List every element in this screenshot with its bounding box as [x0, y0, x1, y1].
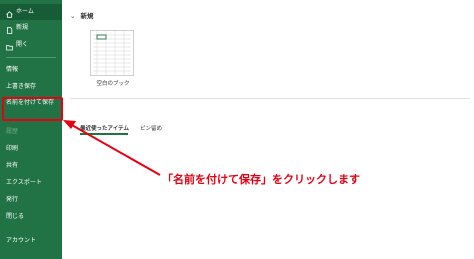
- sidebar-item-label: ホーム: [16, 8, 34, 15]
- new-section-title: ⌄ 新規: [70, 12, 94, 20]
- sidebar-item-publish[interactable]: 発行: [0, 192, 62, 208]
- backstage-sidebar: ホーム 新規 開く 情報 上書き保存 名前を付けて保存 履歴 印刷 共有 エクス…: [0, 0, 62, 259]
- annotation-callout: 「名前を付けて保存」をクリックします: [162, 173, 360, 186]
- sidebar-item-label: 上書き保存: [6, 83, 37, 90]
- sidebar-divider: [6, 57, 56, 58]
- folder-open-icon: [6, 42, 13, 50]
- sidebar-item-close[interactable]: 閉じる: [0, 209, 62, 225]
- sidebar-item-share[interactable]: 共有: [0, 158, 62, 174]
- section-divider: [70, 98, 470, 99]
- sidebar-item-open[interactable]: 開く: [0, 37, 62, 53]
- sidebar-item-label: 情報: [6, 66, 19, 73]
- tab-recent[interactable]: 最近使ったアイテム: [80, 124, 129, 132]
- sidebar-item-label: 開く: [16, 41, 29, 48]
- sidebar-item-label: 新規: [16, 24, 29, 31]
- sidebar-item-home[interactable]: ホーム: [0, 4, 62, 20]
- backstage-main: ⌄ 新規 空白のブック 最近使ったアイテム ピン留め: [62, 0, 474, 259]
- sidebar-item-info[interactable]: 情報: [0, 62, 62, 78]
- spreadsheet-grid-icon: [93, 31, 131, 75]
- highlight-save-as-box: [2, 97, 63, 121]
- blank-workbook-caption: 空白のブック: [96, 81, 130, 87]
- sidebar-item-print[interactable]: 印刷: [0, 141, 62, 157]
- sidebar-item-save[interactable]: 上書き保存: [0, 79, 62, 95]
- sidebar-item-label: 印刷: [6, 145, 19, 152]
- sidebar-item-history: 履歴: [0, 124, 62, 140]
- blank-workbook-template[interactable]: [90, 30, 134, 76]
- sidebar-item-account[interactable]: アカウント: [0, 233, 62, 249]
- tab-pinned[interactable]: ピン留め: [140, 124, 162, 132]
- new-file-icon: [6, 25, 13, 34]
- sidebar-item-label: エクスポート: [6, 179, 42, 186]
- sidebar-item-new[interactable]: 新規: [0, 20, 62, 36]
- sidebar-item-export[interactable]: エクスポート: [0, 175, 62, 191]
- sidebar-item-label: 履歴: [6, 128, 19, 135]
- sidebar-item-label: 共有: [6, 162, 19, 169]
- chevron-down-icon: ⌄: [70, 12, 76, 20]
- active-tab-underline: [80, 133, 128, 135]
- home-icon: [6, 9, 13, 18]
- sidebar-item-label: アカウント: [6, 237, 37, 244]
- sidebar-item-label: 発行: [6, 196, 19, 203]
- sidebar-item-label: 閉じる: [6, 213, 25, 220]
